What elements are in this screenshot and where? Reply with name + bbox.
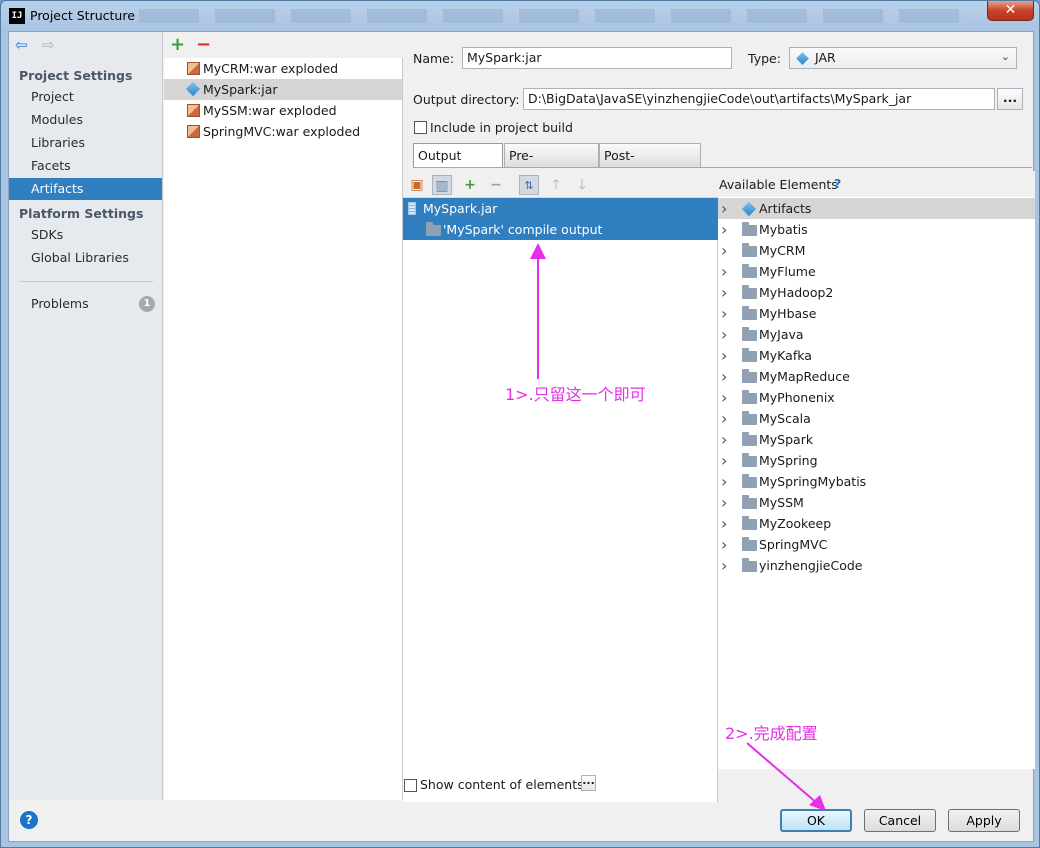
annotation-arrow-1-head xyxy=(530,243,546,259)
annotation-note-1: 1>.只留这一个即可 xyxy=(505,385,646,404)
annotation-arrows xyxy=(530,243,826,811)
annotation-arrow-2-shaft xyxy=(746,742,819,805)
project-structure-window: IJ Project Structure ✕ ⇦ ⇨ Project Setti… xyxy=(0,0,1040,848)
annotation-note-2: 2>.完成配置 xyxy=(725,724,818,743)
